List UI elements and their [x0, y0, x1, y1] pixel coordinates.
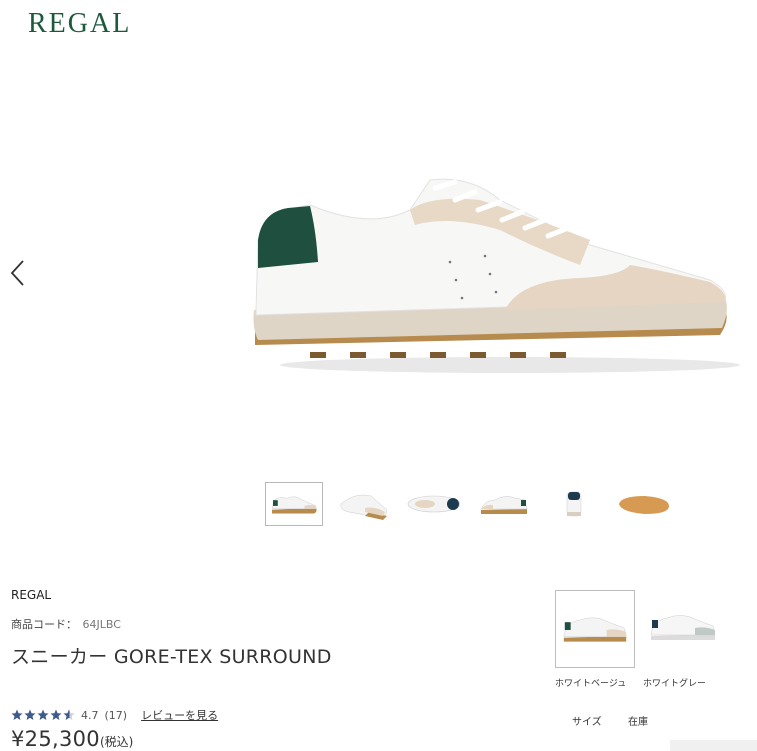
- size-column-header: サイズ: [572, 717, 602, 728]
- rating-value: 4.7: [81, 708, 99, 722]
- half-star-icon: [63, 709, 75, 720]
- product-title: スニーカー GORE-TEX SURROUND: [11, 646, 332, 668]
- product-price: ¥25,300: [11, 727, 100, 751]
- color-label-white-gray: ホワイトグレー: [643, 679, 707, 689]
- color-swatch-white-gray[interactable]: [643, 590, 723, 668]
- thumbnail-angle[interactable]: [335, 482, 393, 526]
- tax-note: (税込): [99, 735, 134, 749]
- thumbnail-sole[interactable]: [615, 482, 673, 526]
- stock-column-header: 在庫: [628, 717, 648, 728]
- rating-count: (17): [104, 708, 128, 722]
- star-icon: [11, 709, 23, 720]
- view-reviews-link[interactable]: レビューを見る: [141, 707, 218, 723]
- regal-logo[interactable]: REGAL: [28, 8, 131, 40]
- star-icon: [50, 709, 62, 720]
- rating-row: 4.7 (17) レビューを見る: [11, 707, 218, 723]
- thumbnail-side[interactable]: [265, 482, 323, 526]
- color-swatch-white-beige[interactable]: [555, 590, 635, 668]
- thumbnail-side-right[interactable]: [475, 482, 533, 526]
- thumbnail-top[interactable]: [405, 482, 463, 526]
- rating-stars: [11, 709, 75, 721]
- stock-table-row: [670, 740, 757, 751]
- product-code-value: 64JLBC: [82, 618, 121, 631]
- product-code: 商品コード： 64JLBC: [11, 616, 121, 632]
- previous-image-arrow-icon[interactable]: [8, 258, 28, 288]
- price-row: ¥25,300(税込): [11, 727, 133, 751]
- product-code-label: 商品コード：: [11, 618, 77, 631]
- product-brand: REGAL: [11, 588, 52, 602]
- main-product-image: [250, 170, 740, 380]
- thumbnail-back[interactable]: [545, 482, 603, 526]
- color-label-white-beige: ホワイトベージュ: [555, 679, 627, 689]
- star-icon: [24, 709, 36, 720]
- star-icon: [37, 709, 49, 720]
